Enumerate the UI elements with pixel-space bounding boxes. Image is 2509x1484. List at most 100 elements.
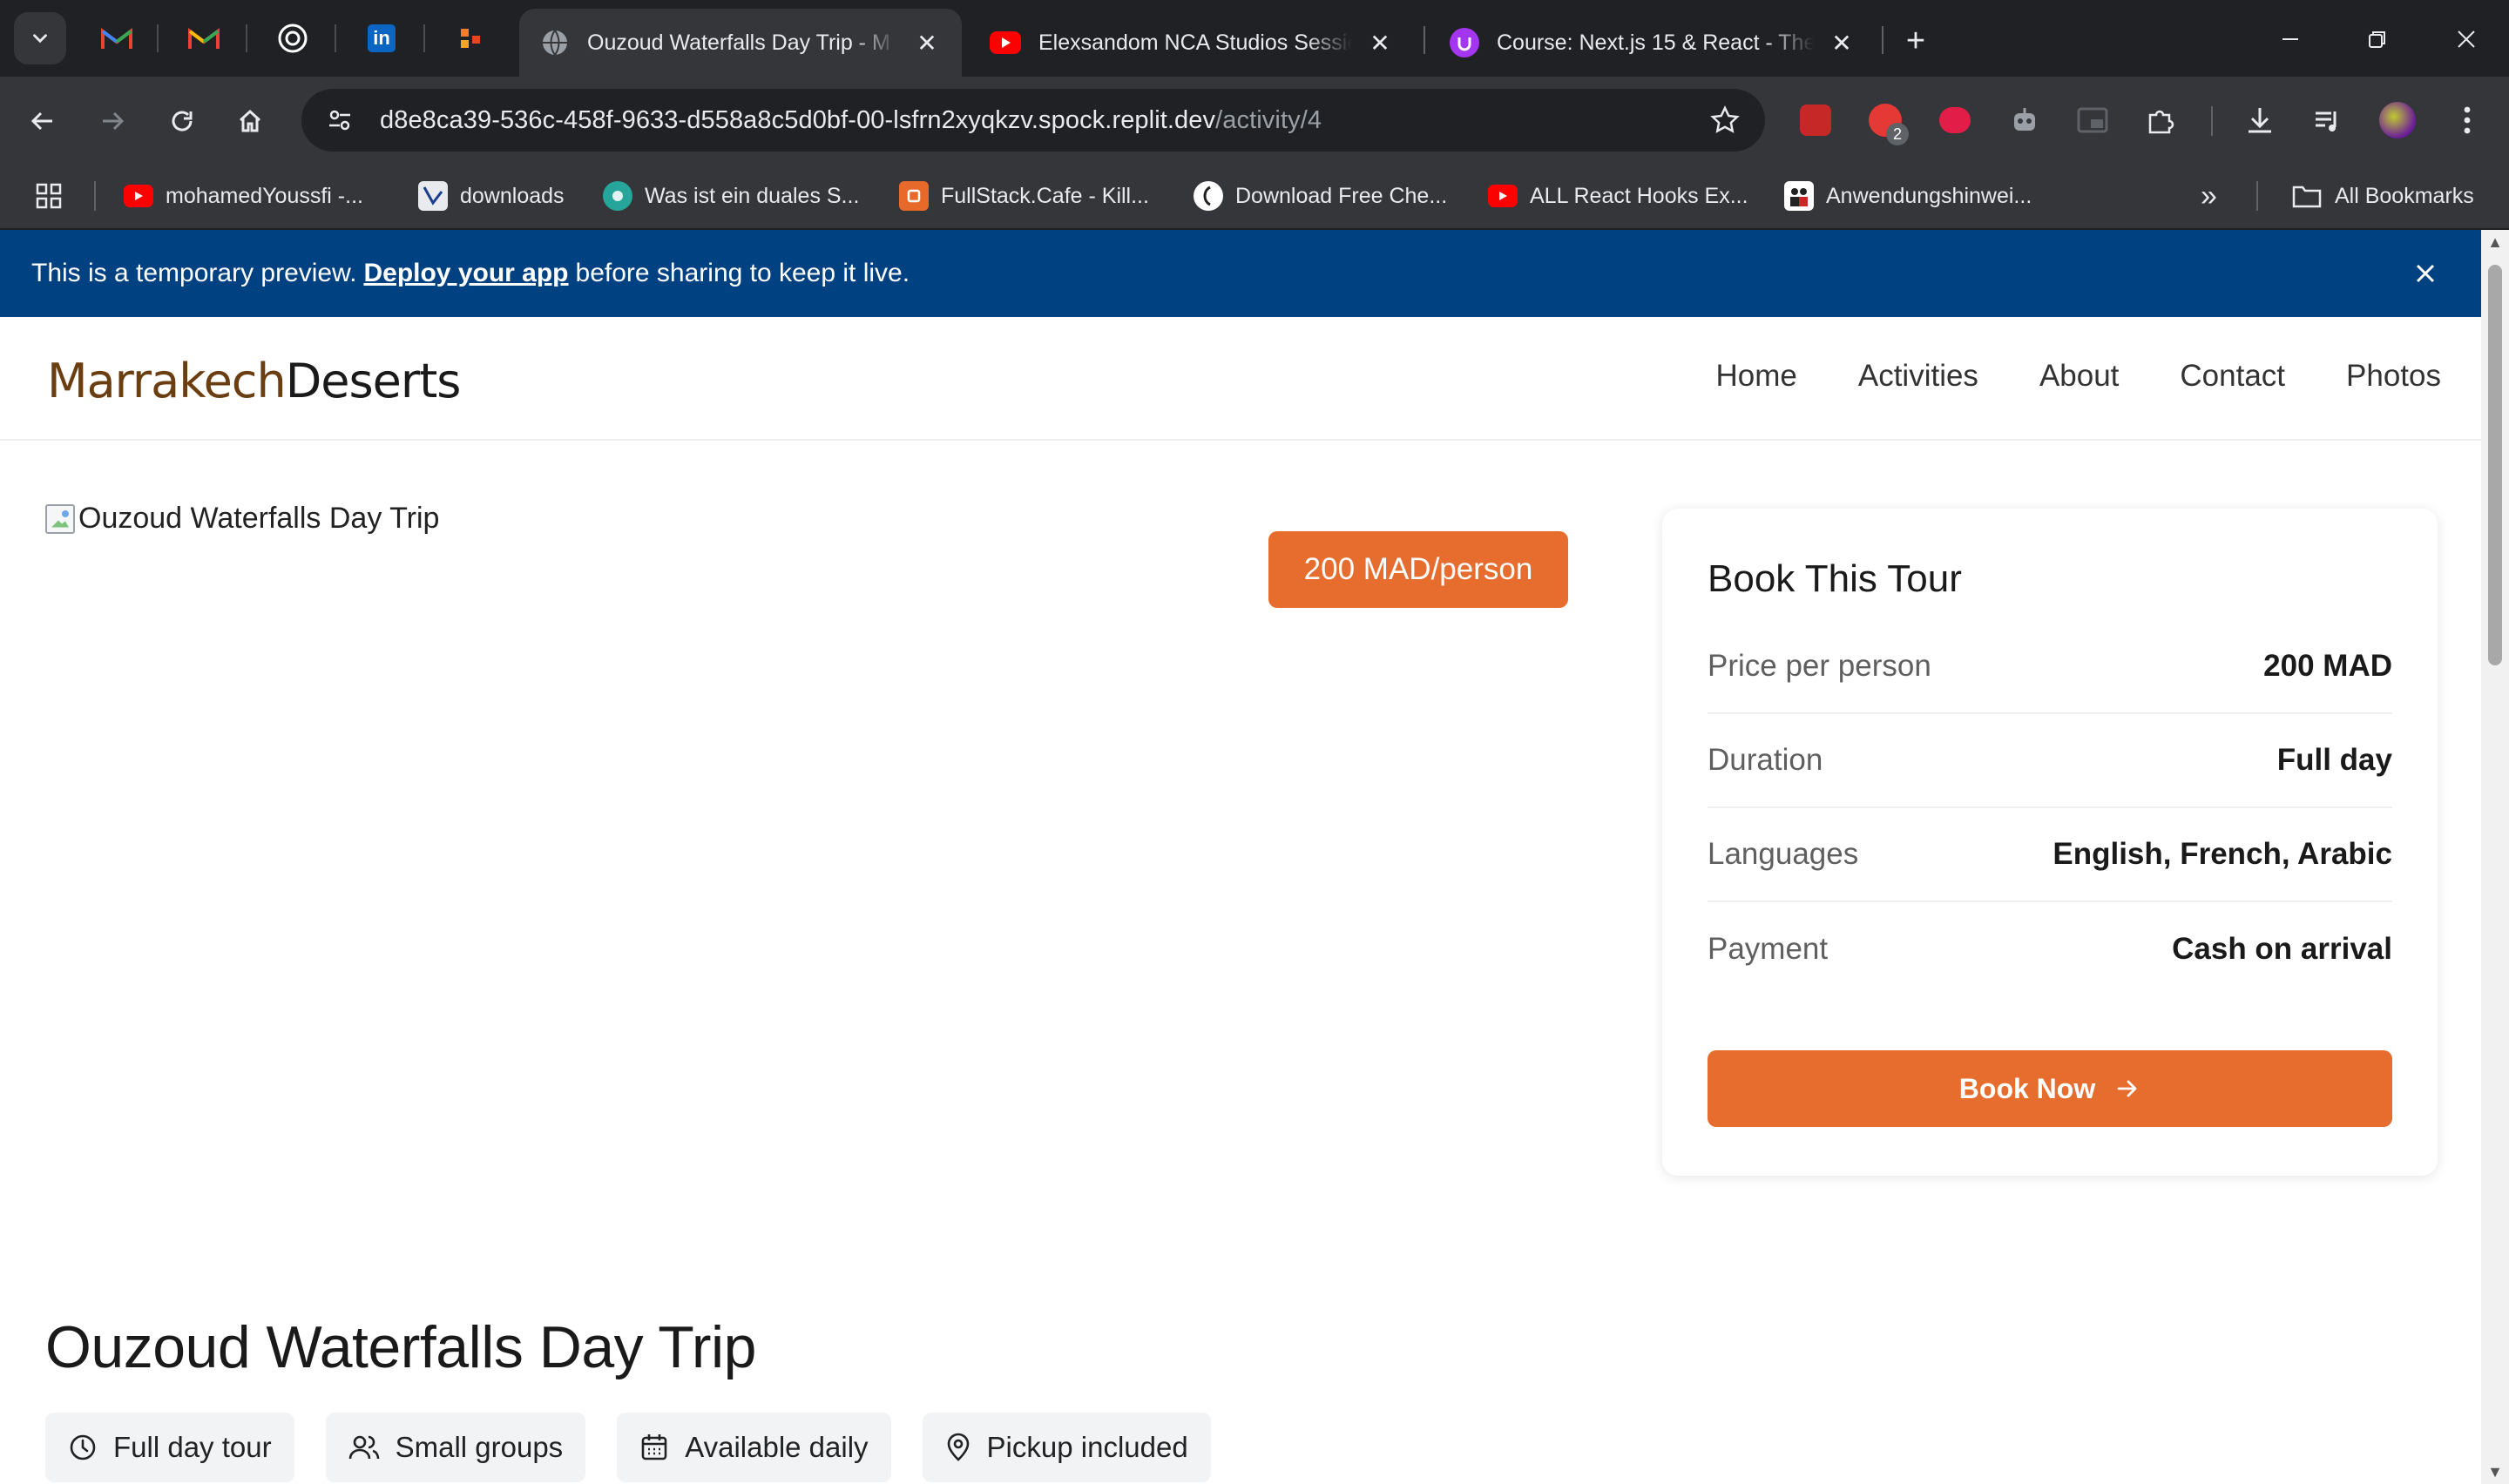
url-text[interactable]: d8e8ca39-536c-458f-9633-d558a8c5d0bf-00-… — [380, 106, 1322, 135]
tab-course[interactable]: Course: Next.js 15 & React - The ✕ — [1429, 9, 1877, 77]
tab-close-icon[interactable]: ✕ — [913, 29, 941, 57]
bookmark-label: Download Free Che... — [1235, 183, 1448, 208]
bookmark-label: Anwendungshinwei... — [1826, 183, 2032, 208]
deploy-app-link[interactable]: Deploy your app — [363, 259, 568, 288]
globe-icon — [540, 28, 570, 57]
broken-image-icon — [45, 503, 75, 534]
adblock-icon: 2 — [1869, 104, 1909, 145]
youtube-icon — [1488, 185, 1518, 207]
booking-row-label: Price per person — [1708, 649, 1931, 683]
extension-abp[interactable]: 2 — [1866, 101, 1909, 145]
map-pin-icon — [947, 1433, 969, 1461]
profile-avatar[interactable] — [2378, 101, 2417, 139]
extensions-button[interactable] — [2141, 101, 2180, 139]
site-logo[interactable]: MarrakechDeserts — [47, 354, 461, 408]
fullstack-icon — [899, 181, 929, 211]
tab-title: Course: Next.js 15 & React - The — [1497, 30, 1814, 55]
arrow-right-icon — [103, 111, 125, 131]
nav-activities[interactable]: Activities — [1858, 359, 1978, 394]
picture-in-picture-icon — [2077, 107, 2108, 133]
app-icon — [461, 29, 480, 48]
apps-button[interactable] — [35, 164, 63, 228]
pinned-tab-chatgpt[interactable] — [260, 12, 326, 64]
tag-full-day: Full day tour — [45, 1413, 294, 1482]
nav-contact[interactable]: Contact — [2180, 359, 2285, 394]
tab-elexsandom[interactable]: Elexsandom NCA Studios Sessio ✕ — [969, 9, 1415, 77]
booking-row-value: English, French, Arabic — [2053, 837, 2392, 871]
page-scrollbar[interactable]: ▲ ▼ — [2481, 230, 2509, 1484]
chatgpt-icon — [278, 24, 308, 53]
bookmark-item[interactable]: ALL React Hooks Ex... — [1488, 164, 1748, 228]
tab-close-icon[interactable]: ✕ — [1366, 29, 1394, 57]
tab-search-button[interactable] — [14, 12, 66, 64]
extension-robot[interactable] — [2005, 101, 2044, 139]
tag-pickup: Pickup included — [922, 1413, 1211, 1482]
pinned-tab-gmail[interactable] — [84, 12, 150, 64]
tab-title: Elexsandom NCA Studios Sessio — [1038, 30, 1352, 55]
site-info-button[interactable] — [319, 99, 361, 141]
tag-available-daily: Available daily — [617, 1413, 891, 1482]
reload-icon — [172, 111, 193, 132]
all-bookmarks-button[interactable]: All Bookmarks — [2291, 164, 2474, 228]
bookmark-item[interactable]: mohamedYoussfi -... — [124, 164, 363, 228]
home-button[interactable] — [227, 98, 274, 145]
booking-row-value: 200 MAD — [2263, 649, 2392, 683]
bookmark-item[interactable]: FullStack.Cafe - Kill... — [899, 164, 1149, 228]
booking-row-value: Cash on arrival — [2172, 932, 2392, 966]
tab-ouzoud[interactable]: Ouzoud Waterfalls Day Trip - M ✕ — [519, 9, 962, 77]
downloads-button[interactable] — [2241, 101, 2279, 139]
scroll-up-arrow-icon[interactable]: ▲ — [2486, 233, 2504, 251]
bookmark-item[interactable]: Was ist ein duales S... — [603, 164, 859, 228]
scroll-down-arrow-icon[interactable]: ▼ — [2486, 1463, 2504, 1481]
bookmark-item[interactable]: Download Free Che... — [1194, 164, 1447, 228]
arrow-right-icon — [2117, 1080, 2137, 1097]
booking-title: Book This Tour — [1708, 557, 1962, 600]
extension-adblock[interactable] — [1936, 101, 1974, 139]
clock-icon — [70, 1434, 96, 1460]
robot-icon — [2014, 108, 2035, 131]
booking-row-label: Duration — [1708, 743, 1823, 777]
nav-home[interactable]: Home — [1715, 359, 1796, 394]
folder-icon — [2292, 186, 2322, 208]
activity-tags: Full day tour Small groups Available dai… — [45, 1413, 1211, 1482]
bookmark-label: mohamedYoussfi -... — [166, 183, 363, 208]
minimize-button[interactable] — [2269, 19, 2312, 59]
pinned-tab-linkedin[interactable]: in — [348, 12, 415, 64]
restore-button[interactable] — [2356, 19, 2399, 59]
new-tab-button[interactable]: + — [1894, 19, 1938, 63]
tag-label: Small groups — [395, 1431, 564, 1463]
picture-in-picture-button[interactable] — [2073, 101, 2112, 139]
close-window-button[interactable] — [2445, 19, 2488, 59]
booking-card: Book This Tour Price per person 200 MAD … — [1662, 509, 2438, 1176]
bookmark-item[interactable]: Anwendungshinwei... — [1784, 164, 2032, 228]
pinned-tab-app[interactable] — [437, 12, 504, 64]
banner-close-button[interactable] — [2404, 253, 2446, 294]
chrome-menu-button[interactable] — [2448, 101, 2486, 139]
pinned-tab-gmail-2[interactable] — [171, 12, 237, 64]
back-button[interactable] — [19, 98, 66, 145]
download-icon — [2249, 108, 2271, 133]
hero-image-alt: Ouzoud Waterfalls Day Trip — [78, 502, 440, 535]
address-bar[interactable]: d8e8ca39-536c-458f-9633-d558a8c5d0bf-00-… — [301, 89, 1765, 152]
extension-1[interactable] — [1796, 101, 1835, 139]
nav-about[interactable]: About — [2039, 359, 2119, 394]
minimize-icon — [2282, 38, 2298, 40]
more-vertical-icon — [2464, 106, 2471, 134]
bookmark-label: FullStack.Cafe - Kill... — [941, 183, 1149, 208]
reload-button[interactable] — [159, 98, 206, 145]
tab-close-icon[interactable]: ✕ — [1828, 29, 1856, 57]
media-controls-button[interactable] — [2309, 101, 2347, 139]
scrollbar-thumb[interactable] — [2488, 265, 2502, 665]
forward-button[interactable] — [89, 98, 136, 145]
book-now-button[interactable]: Book Now — [1708, 1050, 2392, 1127]
bookmark-item[interactable]: downloads — [418, 164, 565, 228]
home-icon — [239, 109, 261, 132]
globe-icon — [603, 181, 632, 211]
nav-photos[interactable]: Photos — [2346, 359, 2441, 394]
bookmarks-overflow-button[interactable]: » — [2201, 164, 2217, 228]
bookmark-star-button[interactable] — [1704, 99, 1746, 141]
gmail-icon — [101, 28, 132, 49]
close-icon — [2416, 264, 2435, 283]
bookmark-label: ALL React Hooks Ex... — [1530, 183, 1748, 208]
price-badge: 200 MAD/person — [1268, 531, 1568, 608]
